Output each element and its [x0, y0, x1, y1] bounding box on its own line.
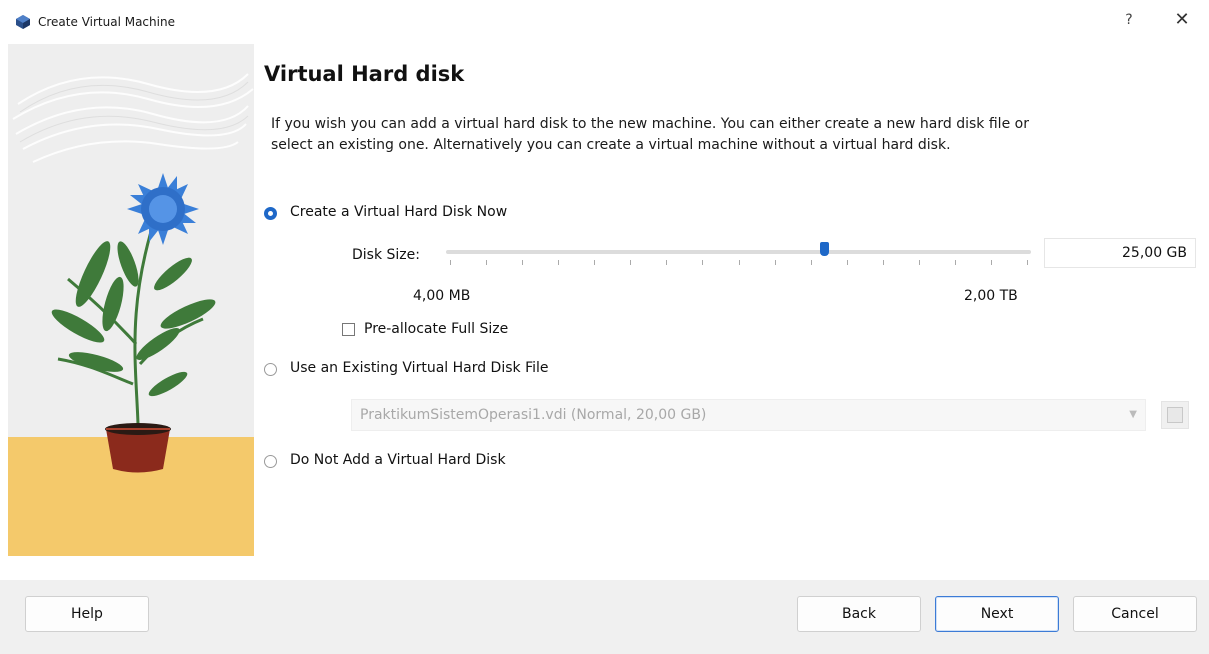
title-bar: Create Virtual Machine ? ✕	[0, 0, 1209, 44]
page-title: Virtual Hard disk	[264, 62, 465, 86]
back-button[interactable]: Back	[797, 596, 921, 632]
radio-use-existing-label[interactable]: Use an Existing Virtual Hard Disk File	[290, 360, 549, 376]
radio-do-not-add[interactable]	[264, 455, 277, 468]
slider-tick	[775, 260, 776, 265]
disk-size-input[interactable]: 25,00 GB	[1044, 238, 1196, 268]
slider-tick	[883, 260, 884, 265]
radio-create-now-label[interactable]: Create a Virtual Hard Disk Now	[290, 204, 507, 220]
slider-tick	[450, 260, 451, 265]
slider-tick	[739, 260, 740, 265]
chevron-down-icon: ▼	[1129, 409, 1137, 420]
close-icon[interactable]: ✕	[1170, 9, 1194, 30]
slider-tick	[558, 260, 559, 265]
slider-tick	[811, 260, 812, 265]
slider-tick	[1027, 260, 1028, 265]
radio-use-existing[interactable]	[264, 363, 277, 376]
slider-max-label: 2,00 TB	[964, 288, 1018, 304]
disk-size-label: Disk Size:	[352, 247, 420, 263]
slider-tick	[522, 260, 523, 265]
radio-create-now[interactable]	[264, 207, 277, 220]
radio-do-not-add-label[interactable]: Do Not Add a Virtual Hard Disk	[290, 452, 506, 468]
slider-tick	[666, 260, 667, 265]
existing-disk-dropdown[interactable]: PraktikumSistemOperasi1.vdi (Normal, 20,…	[351, 399, 1146, 431]
help-icon[interactable]: ?	[1118, 12, 1140, 28]
preallocate-checkbox[interactable]	[342, 323, 355, 336]
slider-track	[446, 250, 1031, 254]
window-title: Create Virtual Machine	[38, 15, 175, 29]
disk-size-slider[interactable]	[446, 240, 1031, 270]
slider-tick	[955, 260, 956, 265]
page-description: If you wish you can add a virtual hard d…	[271, 116, 1029, 153]
slider-tick	[486, 260, 487, 265]
preallocate-label[interactable]: Pre-allocate Full Size	[364, 321, 508, 337]
slider-handle[interactable]	[820, 242, 829, 256]
cancel-button[interactable]: Cancel	[1073, 596, 1197, 632]
choose-disk-file-button[interactable]	[1161, 401, 1189, 429]
virtualbox-icon	[16, 15, 30, 29]
help-button[interactable]: Help	[25, 596, 149, 632]
slider-tick	[847, 260, 848, 265]
slider-min-label: 4,00 MB	[413, 288, 471, 304]
slider-tick	[702, 260, 703, 265]
slider-tick	[594, 260, 595, 265]
wizard-illustration	[8, 44, 254, 556]
existing-disk-value: PraktikumSistemOperasi1.vdi (Normal, 20,…	[360, 407, 707, 423]
next-button[interactable]: Next	[935, 596, 1059, 632]
slider-tick	[630, 260, 631, 265]
slider-tick	[919, 260, 920, 265]
plant-illustration	[8, 44, 254, 556]
folder-icon	[1167, 407, 1183, 423]
wizard-content: Virtual Hard disk If you wish you can ad…	[254, 44, 1209, 580]
slider-tick	[991, 260, 992, 265]
button-bar: Help Back Next Cancel	[0, 580, 1209, 654]
